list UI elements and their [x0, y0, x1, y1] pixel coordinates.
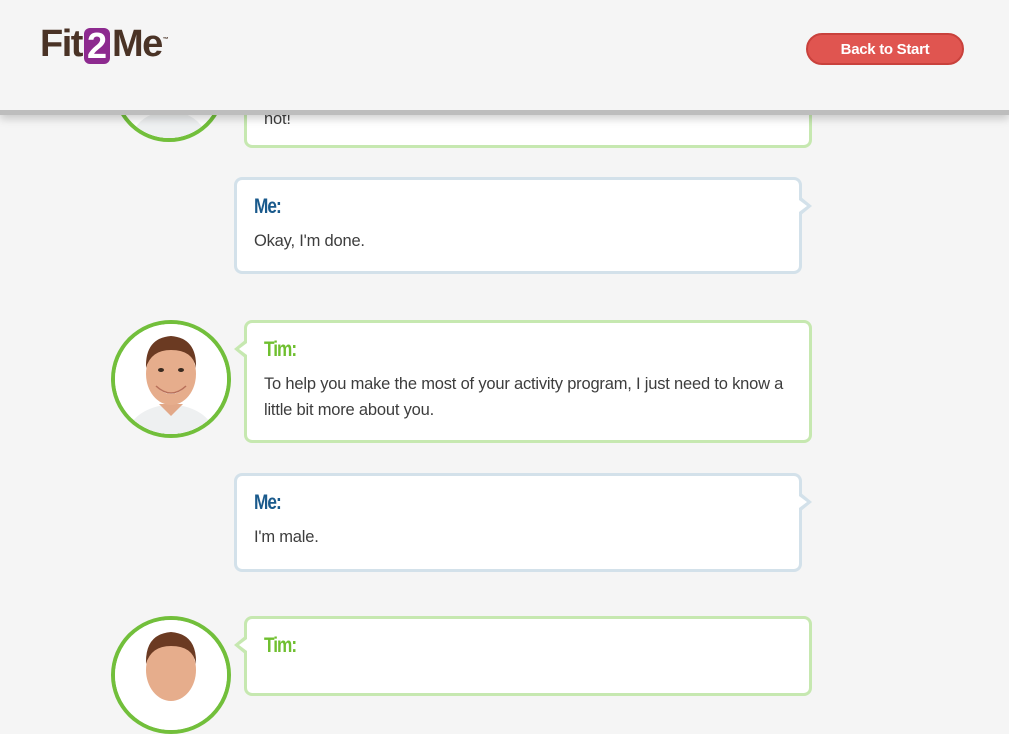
tim-portrait-icon: [115, 324, 227, 434]
fit2me-logo[interactable]: Fit 2 Me ™: [40, 24, 169, 64]
tim-message-bubble: Tim: To help you make the most of your a…: [234, 320, 812, 443]
message-text: Okay, I'm done.: [254, 232, 365, 250]
logo-text-two: 2: [83, 28, 110, 64]
back-to-start-button[interactable]: Back to Start: [806, 33, 964, 65]
logo-trademark: ™: [162, 37, 169, 43]
message-text: To help you make the most of your activi…: [264, 375, 784, 419]
tim-avatar: [111, 320, 231, 438]
me-message-bubble: Me: I'm male.: [234, 473, 812, 572]
speaker-label: Tim:: [264, 634, 297, 657]
header-bar: Fit 2 Me ™ Back to Start: [0, 0, 1009, 115]
logo-text-fit: Fit: [40, 23, 83, 65]
me-message-bubble: Me: Okay, I'm done.: [234, 177, 812, 274]
speaker-label: Tim:: [264, 338, 297, 361]
tim-message-bubble: Tim:: [234, 616, 812, 696]
speaker-label: Me:: [254, 195, 282, 218]
tim-avatar: [111, 616, 231, 734]
logo-text-me: Me: [111, 23, 163, 65]
tim-portrait-icon: [115, 620, 227, 730]
speaker-label: Me:: [254, 491, 282, 514]
message-text: I'm male.: [254, 528, 319, 546]
